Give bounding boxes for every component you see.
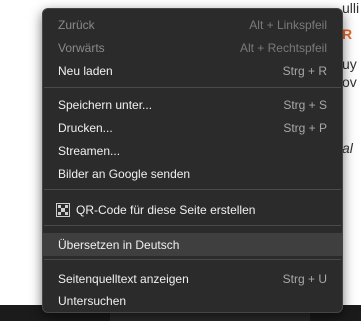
menu-item-shortcut: Alt + Rechtspfeil [239, 40, 327, 55]
menu-item-label: Untersuchen [58, 293, 127, 308]
menu-separator [44, 87, 341, 88]
menu-item-shortcut: Strg + R [282, 63, 327, 78]
menu-item-view-source[interactable]: Seitenquelltext anzeigen Strg + U [43, 267, 342, 290]
menu-item-label: Bilder an Google senden [58, 166, 191, 181]
menu-item-translate[interactable]: Übersetzen in Deutsch [43, 233, 342, 256]
menu-separator [44, 189, 341, 190]
menu-item-forward[interactable]: Vorwärts Alt + Rechtspfeil [43, 36, 342, 59]
menu-item-label: Seitenquelltext anzeigen [58, 271, 189, 286]
menu-item-shortcut: Alt + Linkspfeil [249, 17, 327, 32]
menu-item-label: QR-Code für diese Seite erstellen [76, 202, 256, 217]
menu-item-qr-code[interactable]: QR-Code für diese Seite erstellen [43, 198, 342, 221]
menu-item-back[interactable]: Zurück Alt + Linkspfeil [43, 13, 342, 36]
menu-item-label: Drucken... [58, 120, 113, 135]
menu-item-label: Streamen... [58, 143, 121, 158]
menu-item-label: Vorwärts [58, 40, 105, 55]
menu-separator [44, 259, 341, 260]
menu-item-label: Zurück [58, 17, 95, 32]
menu-item-save-as[interactable]: Speichern unter... Strg + S [43, 93, 342, 116]
menu-separator [44, 225, 341, 226]
menu-item-shortcut: Strg + U [282, 271, 327, 286]
qr-code-icon [56, 202, 70, 217]
menu-item-shortcut: Strg + P [283, 120, 327, 135]
background-text: uy [342, 56, 357, 72]
menu-item-label: Übersetzen in Deutsch [58, 237, 180, 252]
menu-item-inspect[interactable]: Untersuchen [43, 289, 342, 312]
menu-item-label: Neu laden [58, 63, 113, 78]
menu-item-cast[interactable]: Streamen... [43, 139, 342, 162]
background-text: ulli [342, 0, 360, 16]
menu-item-label: Speichern unter... [58, 97, 153, 112]
background-text: ov [342, 74, 357, 90]
context-menu: Zurück Alt + Linkspfeil Vorwärts Alt + R… [42, 8, 343, 313]
menu-item-shortcut: Strg + S [283, 97, 327, 112]
menu-item-search-images-google[interactable]: Bilder an Google senden [43, 162, 342, 185]
menu-item-print[interactable]: Drucken... Strg + P [43, 116, 342, 139]
menu-item-reload[interactable]: Neu laden Strg + R [43, 59, 342, 82]
background-text: al [342, 140, 353, 156]
background-heading: R [342, 26, 353, 42]
